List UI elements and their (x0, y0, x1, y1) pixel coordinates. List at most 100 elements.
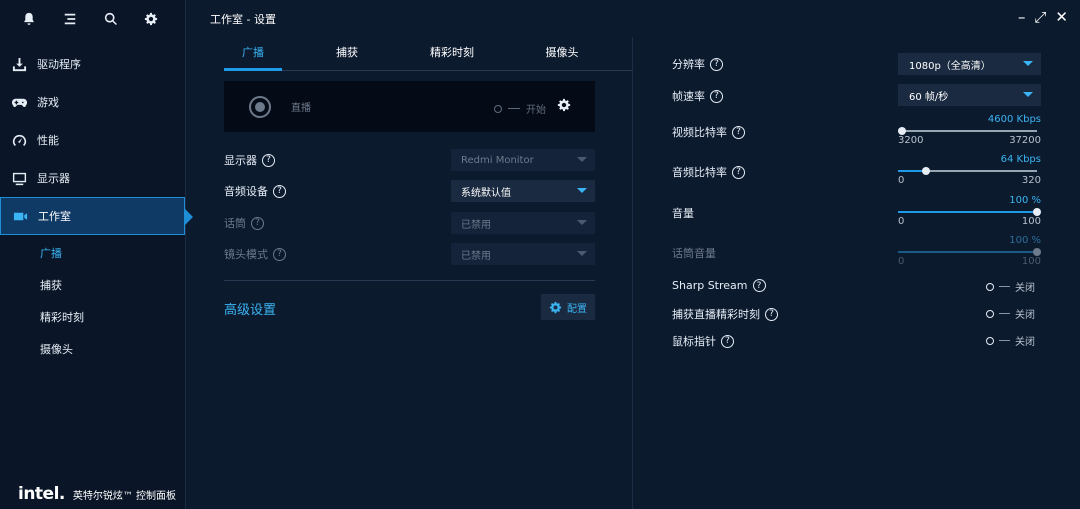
sidebar-subitem-highlights[interactable]: 精彩时刻 (0, 301, 185, 333)
help-icon[interactable]: ? (710, 89, 723, 103)
mic-volume-label: 话筒音量 (672, 247, 716, 260)
brand-text: 英特尔锐炫™ 控制面板 (72, 490, 177, 502)
stream-settings-icon[interactable] (557, 98, 571, 112)
framerate-select[interactable]: 60 帧/秒 (898, 84, 1041, 106)
sidebar-item-games[interactable]: 游戏 (0, 83, 185, 121)
chevron-down-icon (577, 251, 587, 256)
framerate-label: 帧速率? (672, 88, 723, 104)
maximize-icon[interactable]: ⤢ (1034, 10, 1046, 25)
slider-knob[interactable] (898, 127, 906, 135)
camera-mode-label: 镜头模式? (224, 246, 286, 262)
sidebar-item-performance[interactable]: 性能 (0, 121, 185, 159)
microphone-label: 话筒? (224, 215, 264, 231)
tab-camera[interactable]: 摄像头 (492, 37, 632, 70)
slider-max: 100 (1021, 216, 1041, 227)
slider-max: 100 (1021, 256, 1041, 267)
window-controls: – ⤢ ✕ (1018, 10, 1068, 25)
stream-toggle[interactable]: 开始 (494, 101, 546, 116)
volume-value: 100 % (1009, 195, 1041, 206)
mic-volume-slider: 100 % 0 100 (898, 235, 1041, 275)
help-icon[interactable]: ? (273, 184, 286, 198)
help-icon[interactable]: ? (721, 334, 734, 348)
slider-knob[interactable] (1033, 208, 1041, 216)
audio-bitrate-slider[interactable]: 64 Kbps 0 320 (898, 154, 1041, 194)
gauge-icon (12, 134, 27, 146)
sidebar-item-label: 显示器 (37, 172, 70, 185)
help-icon[interactable]: ? (710, 57, 723, 71)
camera-icon (13, 212, 28, 220)
sidebar-subitem-broadcast[interactable]: 广播 (0, 237, 185, 269)
search-icon[interactable] (104, 0, 145, 37)
help-icon[interactable]: ? (732, 125, 745, 139)
help-icon[interactable]: ? (251, 216, 264, 230)
audio-bitrate-label: 音频比特率? (672, 164, 745, 180)
capture-highlights-toggle[interactable]: 关闭 (986, 306, 1035, 321)
close-icon[interactable]: ✕ (1055, 10, 1068, 25)
audio-device-label: 音频设备? (224, 183, 286, 199)
tab-broadcast[interactable]: 广播 (224, 37, 282, 71)
gear-icon (549, 301, 562, 313)
help-icon[interactable]: ? (732, 165, 745, 179)
sharp-stream-toggle[interactable]: 关闭 (986, 279, 1035, 294)
configure-button-label: 配置 (567, 303, 587, 315)
volume-slider[interactable]: 100 % 0 100 (898, 195, 1041, 235)
monitor-icon (12, 172, 27, 185)
sidebar-item-display[interactable]: 显示器 (0, 159, 185, 197)
toggle-state: 关闭 (1015, 310, 1035, 321)
video-bitrate-value: 4600 Kbps (987, 114, 1041, 125)
mouse-pointer-toggle[interactable]: 关闭 (986, 333, 1035, 348)
chevron-down-icon (1023, 92, 1033, 97)
gamepad-icon (12, 98, 27, 107)
display-select[interactable]: Redmi Monitor (451, 149, 595, 171)
resolution-select[interactable]: 1080p（全高清） (898, 53, 1041, 75)
sharp-stream-label: Sharp Stream? (672, 279, 766, 292)
advanced-settings-link[interactable]: 高级设置 (224, 299, 276, 318)
minimize-icon[interactable]: – (1018, 10, 1026, 25)
download-icon (12, 57, 27, 71)
sidebar-item-label: 驱动程序 (37, 58, 81, 71)
help-icon[interactable]: ? (273, 247, 286, 261)
bell-icon[interactable] (22, 0, 63, 37)
audio-device-select[interactable]: 系统默认值 (451, 180, 595, 202)
video-bitrate-label: 视频比特率? (672, 124, 745, 140)
slider-min: 0 (898, 175, 905, 186)
camera-mode-row: 镜头模式? 已禁用 (224, 243, 595, 265)
stream-preview: 直播 开始 (224, 81, 595, 132)
chevron-down-icon (577, 220, 587, 225)
window-title: 工作室 - 设置 (210, 12, 276, 26)
tab-highlights[interactable]: 精彩时刻 (412, 37, 492, 70)
camera-mode-select[interactable]: 已禁用 (451, 243, 595, 265)
toggle-state: 关闭 (1015, 283, 1035, 294)
configure-button[interactable]: 配置 (541, 294, 595, 320)
slider-min: 0 (898, 216, 905, 227)
tab-bar: 广播 捕获 精彩时刻 摄像头 (224, 37, 633, 71)
gear-icon[interactable] (144, 0, 185, 37)
mouse-pointer-label: 鼠标指针? (672, 333, 734, 349)
broadcast-panel: 广播 捕获 精彩时刻 摄像头 直播 开始 显示器? Redmi Monitor … (186, 37, 633, 509)
divider (224, 280, 595, 281)
chevron-down-icon (577, 188, 587, 193)
slider-knob (1033, 248, 1041, 256)
sidebar-top-icons (0, 0, 185, 37)
toggle-state: 关闭 (1015, 337, 1035, 348)
video-bitrate-slider[interactable]: 4600 Kbps 3200 37200 (898, 114, 1041, 154)
sidebar: 驱动程序 游戏 性能 显示器 工作室 广播 捕获 精彩时刻 摄像头 intel.… (0, 0, 193, 509)
title-bar: 工作室 - 设置 – ⤢ ✕ (186, 0, 1080, 37)
sidebar-subitem-camera[interactable]: 摄像头 (0, 333, 185, 365)
brand: intel. 英特尔锐炫™ 控制面板 (0, 479, 186, 509)
sidebar-item-drivers[interactable]: 驱动程序 (0, 45, 185, 83)
mic-volume-value: 100 % (1009, 235, 1041, 246)
sidebar-item-label: 工作室 (38, 210, 71, 223)
resolution-label: 分辨率? (672, 56, 723, 72)
help-icon[interactable]: ? (765, 307, 778, 321)
display-label: 显示器? (224, 152, 275, 168)
microphone-select[interactable]: 已禁用 (451, 212, 595, 234)
sidebar-subitem-capture[interactable]: 捕获 (0, 269, 185, 301)
tab-capture[interactable]: 捕获 (282, 37, 412, 70)
menu-icon[interactable] (63, 0, 104, 37)
sidebar-item-studio[interactable]: 工作室 (0, 197, 193, 235)
slider-knob[interactable] (922, 167, 930, 175)
intel-logo: intel. (18, 484, 65, 504)
help-icon[interactable]: ? (262, 153, 275, 167)
help-icon[interactable]: ? (752, 279, 766, 292)
